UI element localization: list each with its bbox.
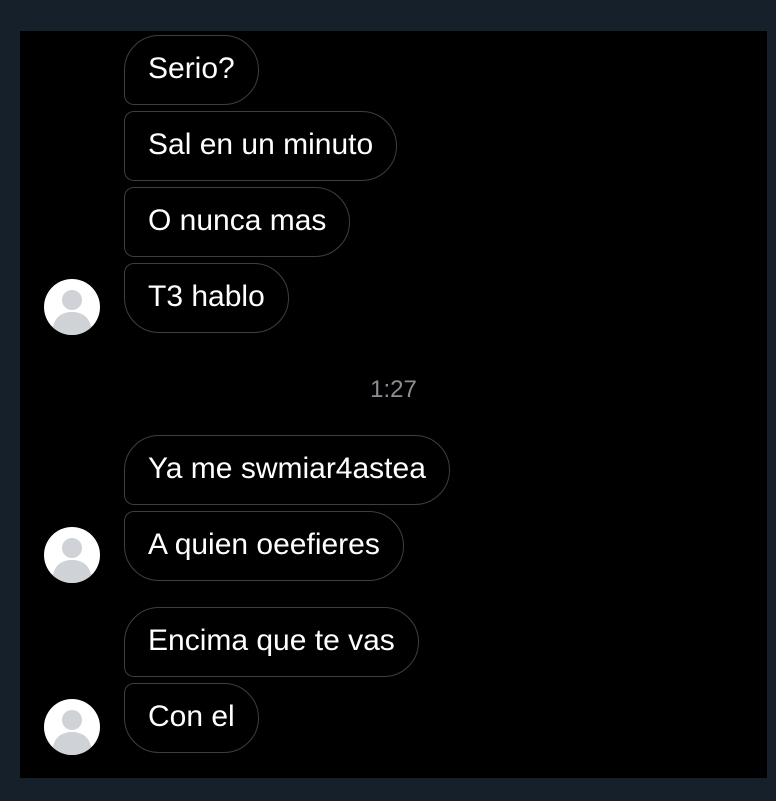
message-text: Sal en un minuto bbox=[148, 128, 374, 161]
message-bubble[interactable]: Serio? bbox=[124, 35, 259, 105]
message-text: Encima que te vas bbox=[148, 624, 395, 657]
message-bubble[interactable]: Con el bbox=[124, 683, 259, 753]
message-text: Con el bbox=[148, 700, 235, 733]
message-bubble[interactable]: A quien oeefieres bbox=[124, 511, 404, 581]
message-bubble[interactable]: O nunca mas bbox=[124, 187, 351, 257]
message-text: Ya me swmiar4astea bbox=[148, 452, 426, 485]
message-text: O nunca mas bbox=[148, 204, 327, 237]
default-user-icon bbox=[52, 538, 92, 583]
message-bubble[interactable]: Ya me swmiar4astea bbox=[124, 435, 450, 505]
chat-thread: Serio? Sal en un minuto O nunca mas T3 h… bbox=[20, 31, 767, 778]
message-bubble[interactable]: Sal en un minuto bbox=[124, 111, 398, 181]
default-user-icon bbox=[52, 710, 92, 755]
message-text: T3 hablo bbox=[148, 280, 265, 313]
message-text: Serio? bbox=[148, 52, 235, 85]
avatar[interactable] bbox=[44, 527, 100, 583]
default-user-icon bbox=[52, 290, 92, 335]
message-bubble[interactable]: Encima que te vas bbox=[124, 607, 419, 677]
avatar[interactable] bbox=[44, 699, 100, 755]
message-text: A quien oeefieres bbox=[148, 528, 380, 561]
avatar[interactable] bbox=[44, 279, 100, 335]
message-bubble[interactable]: T3 hablo bbox=[124, 263, 289, 333]
timestamp: 1:27 bbox=[370, 376, 417, 403]
